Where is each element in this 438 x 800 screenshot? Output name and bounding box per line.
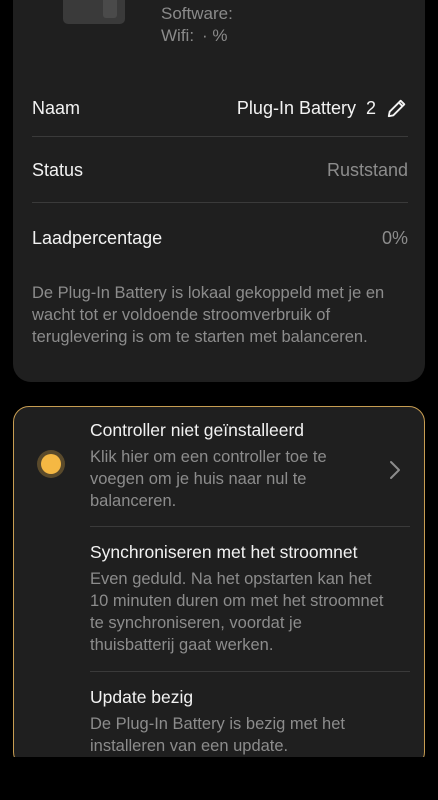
battery-description: De Plug-In Battery is lokaal gekoppeld m…: [32, 284, 385, 346]
chevron-right-icon[interactable]: [388, 459, 402, 481]
status-label: Status: [32, 159, 84, 180]
name-label: Naam: [32, 97, 81, 118]
status-dot-icon: [41, 454, 61, 474]
battery-device-image: [63, 0, 125, 24]
wifi-info: Wifi: · %: [161, 26, 228, 46]
step-description: De Plug-In Battery is bezig met het inst…: [90, 715, 345, 755]
divider: [90, 671, 410, 672]
charge-label: Laadpercentage: [32, 227, 163, 248]
step-title: Update bezig: [90, 687, 194, 707]
step-description: Klik hier om een controller toe te voege…: [90, 448, 327, 510]
step-controller[interactable]: Controller niet geïnstalleerd Klik hier …: [90, 419, 384, 512]
status-row: Status Ruststand: [32, 157, 408, 183]
divider: [90, 526, 410, 527]
software-label: Software:: [161, 4, 233, 23]
step-title: Controller niet geïnstalleerd: [90, 420, 305, 440]
step-update: Update bezig De Plug-In Battery is bezig…: [90, 686, 384, 757]
step-title: Synchroniseren met het stroomnet: [90, 542, 358, 562]
battery-details-card: Software: Wifi: · % Naam Plug-In Battery…: [13, 0, 425, 382]
bottom-bar: [0, 757, 438, 800]
divider: [32, 136, 408, 137]
name-row[interactable]: Naam Plug-In Battery 2: [32, 95, 408, 121]
name-value-group[interactable]: Plug-In Battery 2: [237, 97, 408, 119]
wifi-label: Wifi:: [161, 26, 195, 45]
charge-row: Laadpercentage 0%: [32, 225, 408, 251]
divider: [32, 202, 408, 203]
name-value: Plug-In Battery 2: [236, 97, 376, 118]
wifi-value: · %: [202, 26, 228, 45]
step-description: Even geduld. Na het opstarten kan het 10…: [90, 570, 384, 654]
status-value: Ruststand: [326, 159, 408, 180]
pencil-icon[interactable]: [386, 97, 408, 119]
charge-value: 0%: [381, 227, 408, 248]
step-synchronize: Synchroniseren met het stroomnet Even ge…: [90, 541, 384, 656]
setup-steps-card: Controller niet geïnstalleerd Klik hier …: [13, 406, 425, 768]
